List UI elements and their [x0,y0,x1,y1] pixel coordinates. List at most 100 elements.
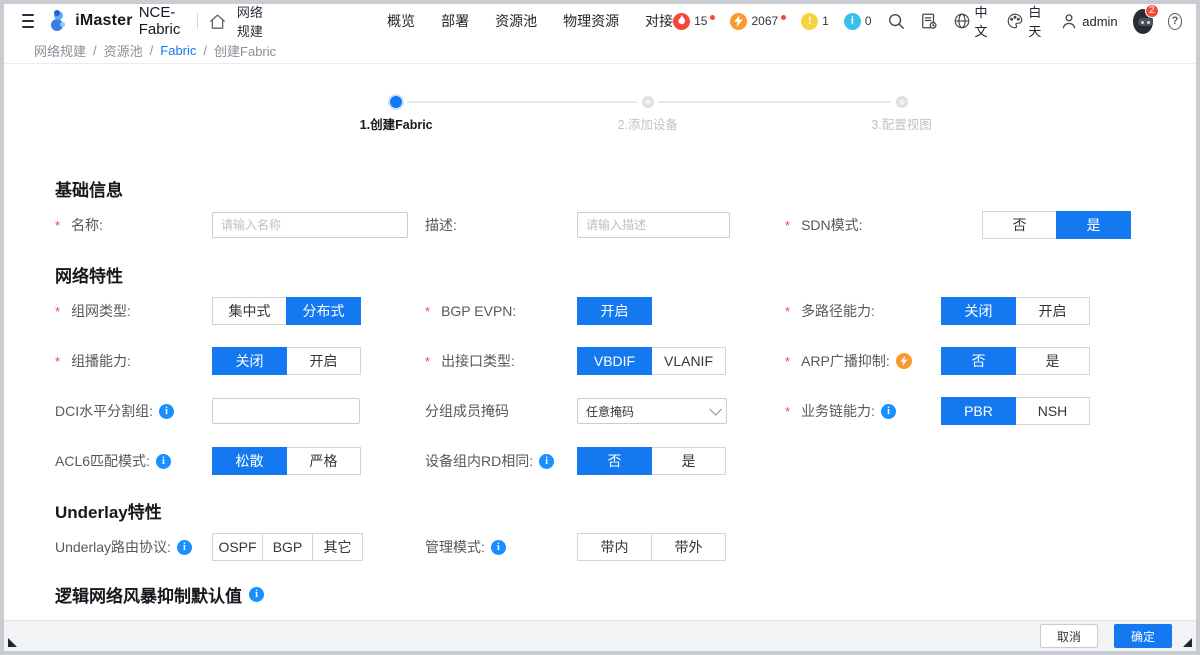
topology-option-centralized[interactable]: 集中式 [212,297,287,325]
step-dot-2 [642,96,654,108]
chain-option-nsh[interactable]: NSH [1015,397,1090,425]
stepper-line [407,101,637,103]
info-icon[interactable] [491,540,506,555]
sdn-mode-toggle: 否 是 [982,211,1131,239]
bgp-evpn-option-enable[interactable]: 开启 [577,297,652,325]
mgmt-mode-toggle: 带内 带外 [577,533,726,561]
form-row-network-2: 组播能力: 关闭 开启 出接口类型: VBDIF VLANIF ARP广播抑制: [4,336,1196,386]
step-dot-1 [390,96,402,108]
nav-item-physical-resources[interactable]: 物理资源 [563,11,619,31]
rd-option-yes[interactable]: 是 [651,447,726,475]
dci-split-horizon-input[interactable] [212,398,360,424]
alarm-info-count: 0 [865,14,872,28]
resize-corner-left [8,638,17,647]
user-menu[interactable]: admin [1060,12,1117,30]
outif-option-vbdif[interactable]: VBDIF [577,347,652,375]
selected-mask-value: 任意掩码 [586,403,634,420]
theme-label: 白天 [1028,2,1045,40]
alarm-critical[interactable]: 15 [673,13,715,30]
topology-type-label: 组网类型: [55,301,212,321]
menu-icon[interactable] [22,14,34,28]
brand-product: iMaster [75,12,132,30]
ok-button[interactable]: 确定 [1114,624,1172,648]
flame-icon [673,13,690,30]
nav-item-overview[interactable]: 概览 [387,11,415,31]
bgp-evpn-toggle: 开启 [577,297,652,325]
info-icon[interactable] [539,454,554,469]
multipath-toggle: 关闭 开启 [941,297,1090,325]
task-log-icon[interactable] [920,12,938,30]
group-member-mask-label: 分组成员掩码 [425,401,577,421]
language-switch[interactable]: 中文 [953,2,992,40]
service-chain-label: 业务链能力: [785,401,941,421]
section-title-network-features: 网络特性 [4,262,1196,286]
step-label-add-devices: 2.添加设备 [617,114,677,133]
topology-option-distributed[interactable]: 分布式 [286,297,361,325]
breadcrumb-item[interactable]: 网络规建 [34,41,86,60]
nav-item-deploy[interactable]: 部署 [441,11,469,31]
globe-icon [953,12,971,30]
home-icon[interactable] [208,12,227,31]
acl6-match-mode-toggle: 松散 严格 [212,447,361,475]
app-window: iMaster NCE-Fabric 网络规建 概览 部署 资源池 物理资源 对… [0,0,1200,655]
section-title-storm-suppression: 逻辑网络风暴抑制默认值 [4,582,1196,606]
cancel-button[interactable]: 取消 [1040,624,1098,648]
rd-option-no[interactable]: 否 [577,447,652,475]
chain-option-pbr[interactable]: PBR [941,397,1016,425]
alarm-info[interactable]: 0 [844,13,872,30]
multicast-option-on[interactable]: 开启 [286,347,361,375]
info-icon[interactable] [177,540,192,555]
info-icon[interactable] [249,587,264,602]
protocol-option-ospf[interactable]: OSPF [212,533,263,561]
mgmt-option-outband[interactable]: 带外 [651,533,726,561]
dci-split-horizon-label: DCI水平分割组: [55,401,212,421]
breadcrumb-item-current: 创建Fabric [214,41,276,60]
alarm-major[interactable]: 2067 [730,13,786,30]
arp-option-no[interactable]: 否 [941,347,1016,375]
storm-title-text: 逻辑网络风暴抑制默认值 [55,582,242,607]
user-name: admin [1082,14,1117,29]
workspace-label[interactable]: 网络规建 [237,2,269,40]
breadcrumb-item[interactable]: 资源池 [104,41,143,60]
nav-item-resource-pool[interactable]: 资源池 [495,11,537,31]
search-icon[interactable] [887,12,905,30]
mgmt-mode-label: 管理模式: [425,537,577,557]
acl6-option-loose[interactable]: 松散 [212,447,287,475]
sdn-mode-option-yes[interactable]: 是 [1056,211,1131,239]
multicast-label: 组播能力: [55,351,212,371]
info-icon[interactable] [156,454,171,469]
acl6-option-strict[interactable]: 严格 [286,447,361,475]
exclamation-icon [801,13,818,30]
outif-option-vlanif[interactable]: VLANIF [651,347,726,375]
group-member-mask-select[interactable]: 任意掩码 [577,398,727,424]
lightning-badge-icon[interactable] [896,353,912,369]
name-input[interactable] [212,212,408,238]
top-bar-left: iMaster NCE-Fabric 网络规建 [22,2,269,40]
outbound-interface-toggle: VBDIF VLANIF [577,347,726,375]
description-input[interactable] [577,212,730,238]
alarm-minor[interactable]: 1 [801,13,829,30]
multicast-toggle: 关闭 开启 [212,347,361,375]
help-icon[interactable] [1168,13,1182,30]
protocol-option-other[interactable]: 其它 [312,533,363,561]
multipath-option-off[interactable]: 关闭 [941,297,1016,325]
same-rd-toggle: 否 是 [577,447,726,475]
sdn-mode-option-no[interactable]: 否 [982,211,1057,239]
footer-bar: 取消 确定 [4,620,1196,651]
nav-item-interconnect[interactable]: 对接 [645,11,673,31]
palette-icon [1006,12,1024,30]
multipath-option-on[interactable]: 开启 [1015,297,1090,325]
avatar[interactable]: 2 [1133,9,1153,34]
breadcrumb-item-fabric[interactable]: Fabric [160,43,196,58]
multicast-option-off[interactable]: 关闭 [212,347,287,375]
new-alarm-dot [781,15,786,20]
step-label-create-fabric: 1.创建Fabric [360,114,433,133]
info-icon[interactable] [881,404,896,419]
protocol-option-bgp[interactable]: BGP [262,533,313,561]
theme-switch[interactable]: 白天 [1006,2,1045,40]
mgmt-option-inband[interactable]: 带内 [577,533,652,561]
multipath-label: 多路径能力: [785,301,941,321]
info-icon[interactable] [159,404,174,419]
arp-option-yes[interactable]: 是 [1015,347,1090,375]
breadcrumb-separator: / [203,43,207,58]
